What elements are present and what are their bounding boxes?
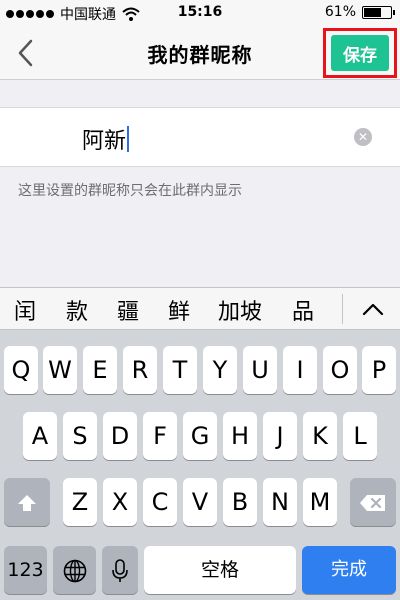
key-m[interactable]: M	[303, 478, 337, 526]
microphone-icon	[112, 559, 128, 582]
status-bar: 中国联通 15:16 61%	[0, 0, 400, 26]
candidate-divider	[342, 294, 343, 324]
save-button-highlight: 保存	[323, 28, 397, 78]
key-a[interactable]: A	[23, 412, 57, 460]
key-y[interactable]: Y	[203, 346, 237, 394]
key-e[interactable]: E	[83, 346, 117, 394]
nickname-value: 阿新	[82, 129, 127, 154]
candidate-bar: 闰 款 疆 鲜 加坡 品	[0, 287, 400, 330]
key-r[interactable]: R	[123, 346, 157, 394]
key-x[interactable]: X	[103, 478, 137, 526]
done-key[interactable]: 完成	[302, 546, 396, 594]
keyboard: Q W E R T Y U I O P A S D F G H J K L Z …	[0, 330, 400, 600]
backspace-key[interactable]	[350, 478, 396, 526]
key-g[interactable]: G	[183, 412, 217, 460]
key-n[interactable]: N	[263, 478, 297, 526]
candidate-item[interactable]: 款	[66, 294, 88, 326]
key-d[interactable]: D	[103, 412, 137, 460]
key-k[interactable]: K	[303, 412, 337, 460]
candidate-item[interactable]: 加坡	[218, 294, 262, 326]
battery-icon	[362, 5, 395, 19]
globe-key[interactable]	[53, 546, 96, 594]
key-o[interactable]: O	[323, 346, 357, 394]
microphone-key[interactable]	[102, 546, 138, 594]
key-u[interactable]: U	[243, 346, 277, 394]
shift-icon	[18, 495, 36, 511]
backspace-icon	[360, 495, 385, 511]
key-c[interactable]: C	[143, 478, 177, 526]
battery-percent: 61%	[324, 4, 356, 20]
key-j[interactable]: J	[263, 412, 297, 460]
key-s[interactable]: S	[63, 412, 97, 460]
shift-key[interactable]	[4, 478, 50, 526]
save-button[interactable]: 保存	[331, 35, 389, 71]
candidate-item[interactable]: 鲜	[168, 294, 190, 326]
text-caret	[127, 126, 130, 152]
space-key[interactable]: 空格	[144, 546, 296, 594]
chevron-up-icon[interactable]	[350, 292, 396, 326]
key-z[interactable]: Z	[63, 478, 97, 526]
key-f[interactable]: F	[143, 412, 177, 460]
key-p[interactable]: P	[362, 346, 396, 394]
clear-icon[interactable]: ✕	[354, 128, 372, 146]
battery-group: 61%	[324, 4, 395, 20]
nickname-input-row[interactable]: 阿新 ✕	[0, 107, 400, 167]
candidate-item[interactable]: 闰	[14, 294, 36, 326]
hint-text: 这里设置的群昵称只会在此群内显示	[18, 183, 242, 199]
key-w[interactable]: W	[43, 346, 77, 394]
nav-bar: 我的群昵称 保存	[0, 26, 400, 80]
candidate-item[interactable]: 疆	[117, 294, 139, 326]
globe-icon	[63, 559, 86, 583]
key-t[interactable]: T	[163, 346, 197, 394]
key-l[interactable]: L	[343, 412, 377, 460]
key-b[interactable]: B	[223, 478, 257, 526]
candidate-item[interactable]: 品	[292, 294, 314, 326]
numbers-key[interactable]: 123	[4, 546, 47, 594]
key-i[interactable]: I	[283, 346, 317, 394]
key-q[interactable]: Q	[4, 346, 38, 394]
nickname-input[interactable]: 阿新	[82, 123, 130, 155]
key-v[interactable]: V	[183, 478, 217, 526]
key-h[interactable]: H	[223, 412, 257, 460]
